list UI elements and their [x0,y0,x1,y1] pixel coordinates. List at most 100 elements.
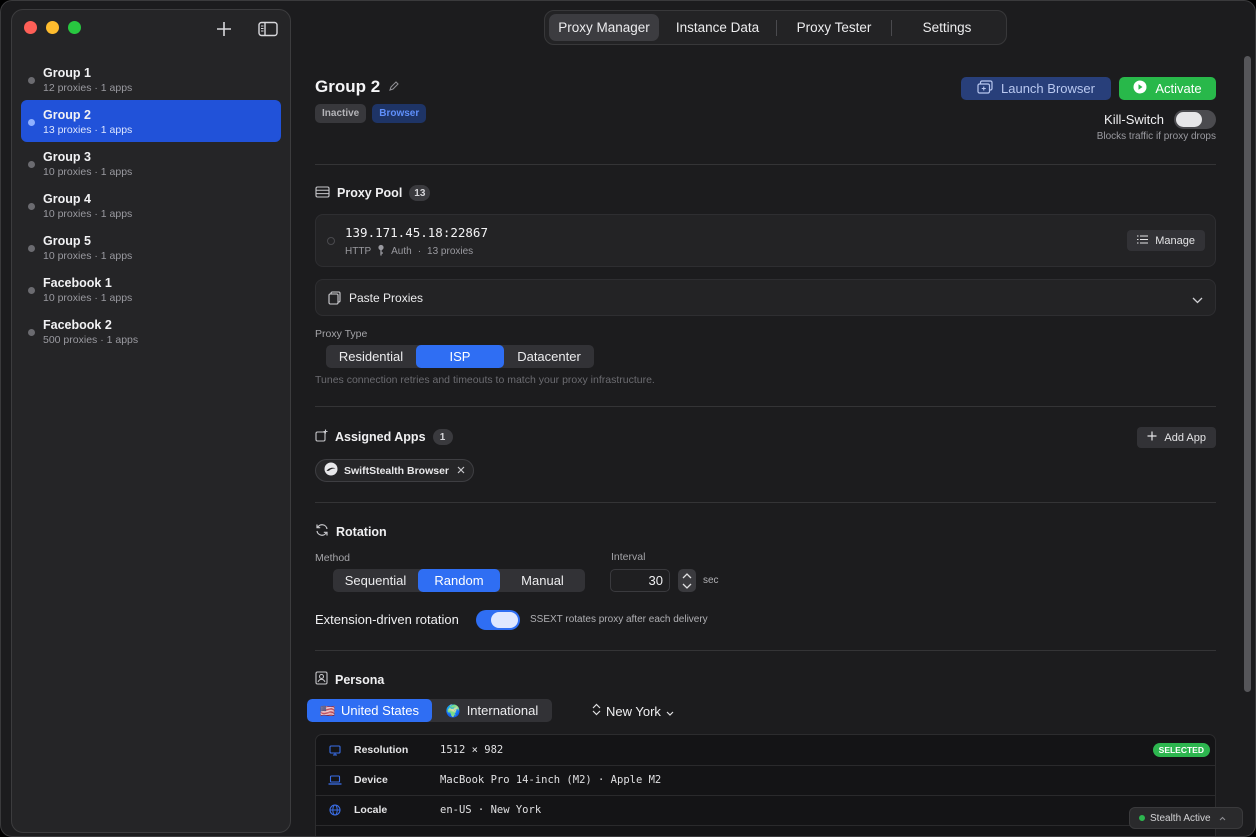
divider [315,650,1216,651]
group-summary: 12 proxies · 1 apps [43,82,133,94]
tab-proxy-manager[interactable]: Proxy Manager [549,14,659,41]
app-chip: SwiftStealth Browser [315,459,475,482]
add-app-label: Add App [1164,431,1206,444]
persona-key: Device [354,774,388,786]
plus-icon [1147,431,1157,444]
plus-icon[interactable] [213,18,235,40]
group-summary: 10 proxies · 1 apps [43,250,133,262]
proxy-type-residential[interactable]: Residential [326,345,416,368]
proxy-type-segmented: Residential ISP Datacenter [326,345,594,368]
tab-proxy-tester[interactable]: Proxy Tester [777,14,891,41]
group-name: Facebook 2 [43,318,112,332]
server-icon [315,185,330,201]
refresh-icon [315,523,329,540]
persona-key: Resolution [354,744,409,756]
interval-input[interactable]: 30 [610,569,670,592]
group-name: Group 4 [43,192,91,206]
minimize-window-button[interactable] [46,21,59,34]
sidebar: Group 1 12 proxies · 1 apps Group 2 13 pro… [11,9,291,833]
paste-proxies-disclosure[interactable]: Paste Proxies [315,279,1216,316]
persona-table: Resolution 1512 × 982 SELECTED Device Ma… [315,734,1216,836]
proxy-type-datacenter[interactable]: Datacenter [504,345,594,368]
assigned-apps-title: Assigned Apps [335,430,426,444]
persona-value: MacBook Pro 14-inch (M2) · Apple M2 [440,774,662,786]
monitor-icon [316,744,354,756]
group-item[interactable]: Group 3 10 proxies · 1 apps [21,142,281,184]
window-controls [24,21,81,34]
city-label: New York [606,703,661,719]
status-badge: Inactive [315,104,367,123]
region-international[interactable]: 🌍 International [432,699,552,722]
persona-row: Device MacBook Pro 14-inch (M2) · Apple … [316,765,1215,795]
manage-label: Manage [1155,234,1195,247]
persona-header: Persona [315,671,384,688]
proxy-type-hint: Tunes connection retries and timeouts to… [315,374,655,386]
app-add-icon [315,429,328,445]
group-item[interactable]: Group 5 10 proxies · 1 apps [21,226,281,268]
activate-button[interactable]: Activate [1119,77,1216,100]
close-window-button[interactable] [24,21,37,34]
close-icon[interactable] [457,465,465,477]
edit-pencil-icon[interactable] [388,80,399,95]
group-name: Group 1 [43,66,91,80]
sidebar-icon[interactable] [257,18,279,40]
scrollbar[interactable] [1244,56,1251,692]
globe-flag-icon: 🌍 [445,703,461,718]
proxy-address: 139.171.45.18:22867 [345,225,488,240]
paste-proxies-label: Paste Proxies [349,291,424,305]
stealth-status-indicator[interactable]: Stealth Active [1129,807,1243,829]
proxy-type-isp[interactable]: ISP [416,345,504,368]
persona-row: Resolution 1512 × 982 SELECTED [316,735,1215,765]
proxy-count-text: 13 proxies [427,246,474,257]
method-manual[interactable]: Manual [500,569,585,592]
interval-label: Interval [611,551,646,563]
main-panel: Group 2 Inactive Browser Launch Browser … [307,61,1216,836]
browser-window-icon [977,80,993,97]
persona-row: Locale en-US · New York [316,795,1215,825]
app-chip-label: SwiftStealth Browser [344,464,450,477]
globe-icon [316,804,354,816]
group-item[interactable]: Facebook 2 500 proxies · 1 apps [21,310,281,352]
region-label: United States [340,703,419,718]
add-app-button[interactable]: Add App [1137,427,1216,448]
kill-switch-hint: Blocks traffic if proxy drops [1096,131,1216,142]
launch-browser-button[interactable]: Launch Browser [961,77,1111,100]
person-badge-icon [315,671,328,688]
swiftstealth-logo-icon [324,462,338,479]
kill-switch-toggle[interactable] [1174,110,1216,129]
tab-bar: Proxy Manager Instance Data Proxy Tester… [544,10,1007,45]
divider [315,164,1216,165]
city-selector[interactable]: New York [592,703,674,719]
method-sequential[interactable]: Sequential [333,569,418,592]
chevron-down-icon [666,704,674,719]
rotation-title: Rotation [336,524,387,539]
launch-browser-label: Launch Browser [1001,81,1095,96]
group-summary: 500 proxies · 1 apps [43,334,139,346]
interval-stepper[interactable] [678,569,696,592]
tab-instance-data[interactable]: Instance Data [659,14,776,41]
extension-rotation-toggle[interactable] [476,610,520,630]
group-item[interactable]: Group 4 10 proxies · 1 apps [21,184,281,226]
apps-count-badge: 1 [432,429,453,445]
extension-rotation-hint: SSEXT rotates proxy after each delivery [530,614,708,625]
group-item-selected[interactable]: Group 2 13 proxies · 1 apps [21,100,281,142]
kill-switch-label: Kill-Switch [1104,112,1164,127]
page-title: Group 2 [315,77,381,96]
status-dot [1139,815,1145,821]
group-name: Facebook 1 [43,276,112,290]
proxy-type-label: Proxy Type [315,328,368,340]
zoom-window-button[interactable] [68,21,81,34]
chevron-down-icon [682,581,692,591]
proxy-protocol: HTTP [345,246,372,257]
group-item[interactable]: Facebook 1 10 proxies · 1 apps [21,268,281,310]
persona-key: Locale [354,804,388,816]
region-united-states[interactable]: 🇺🇸 United States [307,699,432,722]
interval-unit: sec [703,575,719,586]
proxy-pool-header: Proxy Pool 13 [315,185,431,201]
tab-settings[interactable]: Settings [892,14,1002,41]
manage-button[interactable]: Manage [1127,230,1205,251]
chevron-up-icon [1219,813,1226,824]
divider [315,502,1216,503]
method-random[interactable]: Random [418,569,500,592]
group-item[interactable]: Group 1 12 proxies · 1 apps [21,58,281,100]
